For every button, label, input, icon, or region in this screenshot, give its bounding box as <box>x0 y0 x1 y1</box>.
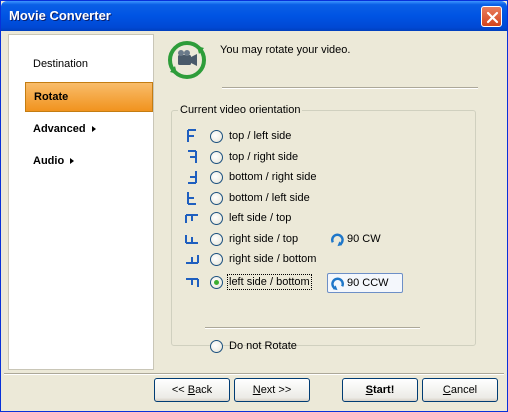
radio-button[interactable] <box>210 253 223 266</box>
option-bottom-right[interactable]: bottom / right side <box>172 169 472 187</box>
dialog-body: Destination Rotate Advanced Audio You ma… <box>4 31 504 410</box>
rotate-page: You may rotate your video. Current video… <box>157 34 500 370</box>
wizard-sidebar: Destination Rotate Advanced Audio <box>8 34 154 370</box>
sidebar-item-audio[interactable]: Audio <box>25 146 153 176</box>
chevron-right-icon <box>91 126 96 132</box>
rotate-cw-icon <box>331 233 344 247</box>
option-label: left side / top <box>229 212 292 224</box>
option-bottom-left[interactable]: bottom / left side <box>172 190 472 208</box>
option-left-top[interactable]: left side / top <box>172 210 472 228</box>
option-label: Do not Rotate <box>229 340 297 352</box>
option-do-not-rotate[interactable]: Do not Rotate <box>172 338 472 356</box>
option-top-right[interactable]: top / right side <box>172 149 472 167</box>
orientation-bottom-right-icon <box>188 171 197 184</box>
chevron-right-icon <box>70 158 75 164</box>
sidebar-item-label: Advanced <box>33 123 86 135</box>
orientation-left-bottom-icon <box>186 278 199 287</box>
rotate-camera-icon <box>167 40 207 83</box>
option-left-bottom[interactable]: left side / bottom 90 CCW <box>172 273 472 293</box>
back-button-label: ack <box>195 384 213 396</box>
dialog-window: Movie Converter Destination Rotate Advan… <box>0 0 508 412</box>
option-right-top[interactable]: right side / top 90 CW <box>172 231 472 249</box>
rotate-ccw-label: 90 CCW <box>347 277 389 289</box>
orientation-group: Current video orientation top / left sid… <box>171 104 476 353</box>
orientation-top-left-icon <box>187 129 196 142</box>
page-description: You may rotate your video. <box>220 44 351 56</box>
group-label: Current video orientation <box>178 104 303 116</box>
option-right-bottom[interactable]: right side / bottom <box>172 251 472 269</box>
cancel-button[interactable]: Cancel <box>422 378 498 402</box>
option-top-left[interactable]: top / left side <box>172 128 472 146</box>
orientation-right-bottom-icon <box>186 255 199 264</box>
window-title: Movie Converter <box>9 8 111 23</box>
footer-divider <box>4 373 504 375</box>
next-button-mnemonic: N <box>252 384 261 396</box>
option-label: right side / top <box>229 233 299 245</box>
start-button-mnemonic: S <box>365 384 373 396</box>
cancel-button-mnemonic: C <box>442 384 451 396</box>
option-label: top / right side <box>229 151 299 163</box>
radio-button[interactable] <box>210 212 223 225</box>
rotate-cw-label: 90 CW <box>347 233 381 245</box>
option-label: left side / bottom <box>227 274 312 290</box>
rotate-ccw-button[interactable]: 90 CCW <box>327 273 403 293</box>
back-button[interactable]: << Back <box>154 378 230 402</box>
sidebar-item-label: Destination <box>33 58 89 70</box>
option-separator <box>205 327 420 329</box>
back-button-mnemonic: B <box>187 384 196 396</box>
title-bar[interactable]: Movie Converter <box>1 1 507 31</box>
orientation-left-top-icon <box>185 214 198 223</box>
header-divider <box>222 87 478 89</box>
close-icon <box>486 11 499 24</box>
option-label: bottom / right side <box>229 171 317 183</box>
next-button-label: ext >> <box>260 384 292 396</box>
orientation-right-top-icon <box>185 235 198 244</box>
sidebar-item-label: Rotate <box>34 91 69 103</box>
sidebar-item-destination[interactable]: Destination <box>25 49 153 79</box>
start-button[interactable]: Start! <box>342 378 418 402</box>
start-button-label: tart! <box>372 384 395 396</box>
radio-button[interactable] <box>210 171 223 184</box>
radio-button[interactable] <box>210 151 223 164</box>
option-label: right side / bottom <box>229 253 317 265</box>
radio-button[interactable] <box>210 192 223 205</box>
back-button-prefix: << <box>171 384 188 396</box>
radio-button[interactable] <box>210 233 223 246</box>
sidebar-item-label: Audio <box>33 155 65 167</box>
radio-button[interactable] <box>210 340 223 353</box>
radio-button[interactable] <box>210 130 223 143</box>
option-label: bottom / left side <box>229 192 310 204</box>
close-button[interactable] <box>481 6 502 27</box>
option-label: top / left side <box>229 130 292 142</box>
cancel-button-label: ancel <box>450 384 478 396</box>
sidebar-item-advanced[interactable]: Advanced <box>25 114 153 144</box>
orientation-top-right-icon <box>188 150 197 163</box>
next-button[interactable]: Next >> <box>234 378 310 402</box>
rotate-ccw-icon <box>331 277 344 291</box>
sidebar-item-rotate[interactable]: Rotate <box>25 82 153 112</box>
orientation-bottom-left-icon <box>187 192 196 205</box>
rotate-cw-button[interactable]: 90 CW <box>328 230 388 250</box>
radio-button-selected[interactable] <box>210 276 223 289</box>
